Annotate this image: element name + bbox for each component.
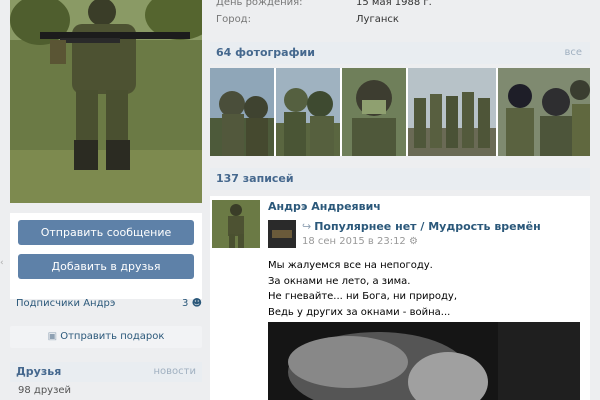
send-message-button[interactable]: Отправить сообщение: [18, 220, 194, 245]
birthday-label: День рождения:: [216, 0, 303, 8]
friends-header[interactable]: Друзья новости: [10, 362, 202, 382]
post-text-line: Ведь у других за окнами - война...: [268, 306, 451, 318]
friends-more-link[interactable]: новости: [154, 362, 197, 382]
repost-source-avatar[interactable]: [268, 220, 296, 248]
post-text-line: За окнами не лето, а зима.: [268, 275, 411, 287]
photo-thumb[interactable]: [498, 68, 590, 156]
chevron-left-icon: ‹: [0, 258, 4, 268]
photo-thumb[interactable]: [210, 68, 274, 156]
city-value[interactable]: Луганск: [356, 14, 399, 25]
wall-title: 137 записей: [216, 172, 294, 185]
clock-icon: ⚙: [408, 236, 418, 247]
friends-title: Друзья: [16, 365, 62, 378]
people-icon: ☻: [191, 298, 202, 309]
send-gift-label: Отправить подарок: [60, 331, 165, 342]
repost-source-name: Популярнее нет / Мудрость времён: [314, 220, 541, 233]
birthday-row: День рождения: 15 мая 1988 г.: [216, 0, 586, 13]
wall-post: Андрэ Андреявич ↪ Популярнее нет / Мудрос…: [210, 196, 590, 400]
photo-thumb[interactable]: [342, 68, 406, 156]
photo-thumb[interactable]: [276, 68, 340, 156]
repost-icon: ↪: [302, 220, 312, 233]
gift-icon: ▣: [47, 331, 58, 342]
wall-header[interactable]: 137 записей: [210, 168, 590, 190]
friends-count[interactable]: 98 друзей: [18, 385, 71, 396]
repost-source[interactable]: ↪ Популярнее нет / Мудрость времён: [302, 220, 541, 233]
post-text-line: Не гневайте... ни Бога, ни природу,: [268, 291, 458, 302]
post-author-avatar[interactable]: [212, 200, 260, 248]
profile-photo[interactable]: [10, 0, 202, 203]
photos-strip: [210, 68, 590, 156]
city-label: Город:: [216, 14, 251, 25]
photos-title: 64 фотографии: [216, 46, 315, 59]
subscribers-count: 3 ☻: [182, 298, 202, 309]
profile-actions: Отправить сообщение Добавить в друзья: [10, 213, 202, 299]
add-friend-button[interactable]: Добавить в друзья: [18, 254, 194, 279]
post-text-line: Мы жалуемся все на непогоду.: [268, 260, 433, 271]
post-author-name[interactable]: Андрэ Андреявич: [268, 200, 381, 213]
subscribers-link[interactable]: Подписчики Андрэ 3 ☻: [16, 298, 202, 316]
city-row: Город: Луганск: [216, 14, 586, 30]
send-gift-button[interactable]: ▣ Отправить подарок: [10, 326, 202, 348]
post-image[interactable]: [268, 322, 580, 400]
birthday-value[interactable]: 15 мая 1988 г.: [356, 0, 432, 8]
subscribers-label: Подписчики Андрэ: [16, 298, 116, 309]
photo-thumb[interactable]: [408, 68, 496, 156]
photos-all-link[interactable]: все: [564, 42, 582, 64]
post-date[interactable]: 18 сен 2015 в 23:12 ⚙: [302, 236, 418, 247]
post-text: Мы жалуемся все на непогоду. За окнами н…: [268, 258, 578, 320]
photos-header[interactable]: 64 фотографии все: [210, 42, 590, 64]
left-column: Отправить сообщение Добавить в друзья: [10, 0, 202, 299]
